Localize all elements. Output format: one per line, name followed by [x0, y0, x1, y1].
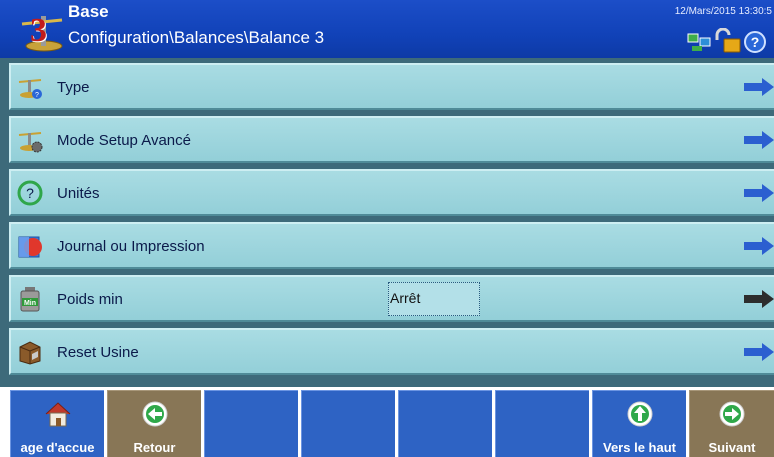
journal-print-icon — [18, 236, 42, 258]
arrow-right-icon — [744, 78, 774, 96]
menu-item-min-weight[interactable]: Min Poids min Arrêt — [9, 275, 774, 322]
breadcrumb: Configuration\Balances\Balance 3 — [68, 28, 325, 47]
arrow-right-icon — [744, 290, 774, 308]
back-button-label: Retour — [133, 440, 176, 455]
menu-item-journal[interactable]: Journal ou Impression — [9, 222, 774, 269]
unlock-icon — [715, 27, 741, 53]
softkey-empty-6[interactable] — [495, 390, 589, 457]
menu-item-label: Poids min — [57, 291, 123, 308]
arrow-right-icon — [744, 237, 774, 255]
svg-text:Min: Min — [24, 300, 36, 307]
softkey-empty-3[interactable] — [204, 390, 298, 457]
scroll-up-button-label: Vers le haut — [603, 440, 676, 455]
menu-item-advanced-setup[interactable]: Mode Setup Avancé — [9, 116, 774, 163]
arrow-right-icon — [744, 343, 774, 361]
menu-item-type[interactable]: ? Type — [9, 63, 774, 110]
menu-item-units[interactable]: ? Unités — [9, 169, 774, 216]
datetime-display: 12/Mars/2015 13:30:5 — [674, 6, 772, 17]
scale-number-badge: 3 — [14, 10, 64, 52]
next-arrow-icon — [719, 401, 745, 427]
softkey-empty-5[interactable] — [398, 390, 492, 457]
svg-text:?: ? — [751, 34, 760, 50]
scale-type-icon: ? — [18, 79, 42, 99]
page-title: Base — [68, 2, 109, 21]
scroll-up-button[interactable]: Vers le haut — [592, 390, 686, 457]
up-arrow-icon — [627, 401, 653, 427]
units-question-icon: ? — [17, 180, 43, 206]
menu-item-label: Mode Setup Avancé — [57, 132, 191, 149]
min-weight-icon: Min — [20, 287, 40, 312]
back-arrow-icon — [142, 401, 168, 427]
scale-number: 3 — [30, 12, 47, 49]
arrow-right-icon — [744, 131, 774, 149]
scale-gear-icon — [18, 132, 43, 153]
menu-item-label: Type — [57, 79, 90, 96]
header-bar: 3 Base Configuration\Balances\Balance 3 … — [0, 0, 774, 58]
menu-item-label: Journal ou Impression — [57, 238, 205, 255]
softkey-bar: age d'accue Retour Vers le haut Suivant — [0, 387, 774, 457]
svg-text:?: ? — [35, 92, 39, 99]
softkey-empty-4[interactable] — [301, 390, 395, 457]
network-icon — [687, 33, 711, 51]
menu-item-factory-reset[interactable]: Reset Usine — [9, 328, 774, 375]
svg-text:?: ? — [26, 185, 34, 201]
home-button[interactable]: age d'accue — [10, 390, 104, 457]
min-weight-value-field[interactable]: Arrêt — [388, 282, 480, 316]
next-button[interactable]: Suivant — [689, 390, 774, 457]
home-icon — [45, 402, 71, 427]
back-button[interactable]: Retour — [107, 390, 201, 457]
factory-reset-icon — [19, 341, 41, 365]
home-button-label: age d'accue — [20, 440, 95, 455]
menu-list: ? Type Mode Setup Avancé ? Unités Journa… — [0, 58, 774, 387]
status-icons: ? — [684, 27, 770, 54]
menu-item-label: Unités — [57, 185, 100, 202]
next-button-label: Suivant — [708, 440, 756, 455]
help-icon[interactable]: ? — [744, 31, 766, 53]
arrow-right-icon — [744, 184, 774, 202]
menu-item-label: Reset Usine — [57, 344, 139, 361]
